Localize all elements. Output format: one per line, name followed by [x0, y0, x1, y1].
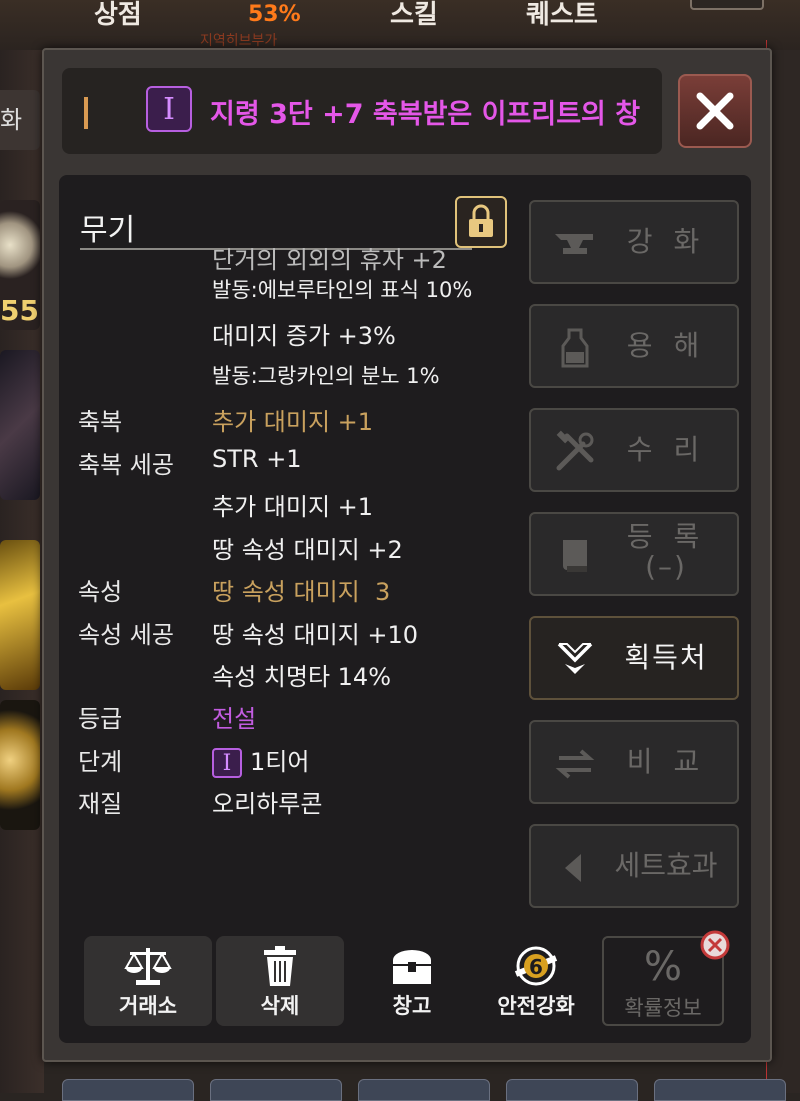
- stat-label: 재질: [78, 790, 123, 818]
- safe-enhance-icon: 6: [514, 946, 558, 986]
- probability-info-label: 확률정보: [624, 996, 702, 1020]
- safe-enhance-count: 6: [529, 955, 543, 979]
- stat-label: 속성 세공: [78, 621, 174, 649]
- stat-value: STR +1: [212, 445, 302, 473]
- safe-enhance-button[interactable]: 6 안전강화: [472, 936, 600, 1026]
- progress-subtitle: 지역히브부가: [200, 33, 278, 49]
- tier-badge: I: [146, 86, 192, 132]
- stat-value: 추가 대미지 +1: [212, 408, 374, 436]
- bottom-tab-1[interactable]: [62, 1079, 194, 1101]
- chest-icon: [393, 950, 431, 984]
- bottom-tabs: [0, 1075, 800, 1101]
- probability-info-button[interactable]: % 확률정보: [602, 930, 730, 1026]
- compare-button[interactable]: 비 교: [529, 720, 739, 804]
- compare-label: 비 교: [626, 745, 706, 778]
- storage-button[interactable]: 창고: [348, 936, 476, 1026]
- delete-label: 삭제: [260, 994, 300, 1018]
- bottle-icon: [561, 328, 589, 368]
- stat-value: 발동:에보루타인의 표식 10%: [212, 278, 473, 302]
- item-count: 55: [0, 294, 39, 327]
- set-effect-button[interactable]: 세트효과: [529, 824, 739, 908]
- stat-value: 오리하루콘: [212, 790, 323, 818]
- stats-list: 단거의 외외의 휴자 +2 발동:에보루타인의 표식 10% 대미지 증가 +3…: [78, 246, 518, 846]
- stat-label: 등급: [78, 705, 123, 733]
- book-icon: [563, 540, 587, 572]
- top-nav: 상점 53% 지역히브부가 스킬 퀘스트: [0, 0, 800, 50]
- stat-value: 땅 속성 대미지 +2: [212, 536, 403, 564]
- safe-enhance-label: 안전강화: [497, 994, 575, 1018]
- stat-value: 추가 대미지 +1: [212, 493, 374, 521]
- lock-button[interactable]: [455, 196, 507, 248]
- dissolve-label: 용 해: [626, 329, 706, 362]
- register-label-text: 등 록: [626, 520, 706, 553]
- item-name: 지령 3단 +7 축복받은 이프리트의 창: [210, 99, 641, 130]
- tier-text: 1티어: [250, 748, 310, 776]
- top-right-button[interactable]: [690, 0, 764, 10]
- tools-icon: [556, 430, 594, 471]
- register-label: 등 록 (–): [611, 514, 721, 594]
- inventory-item-gold-wings[interactable]: [0, 700, 40, 830]
- lock-icon: [469, 204, 493, 237]
- disabled-x-icon: [700, 930, 730, 960]
- dissolve-button[interactable]: 용 해: [529, 304, 739, 388]
- close-button[interactable]: [678, 74, 752, 148]
- close-icon: [696, 92, 734, 130]
- tier-inline-badge: I: [212, 748, 242, 778]
- stat-value: 대미지 증가 +3%: [212, 322, 396, 350]
- acquire-source-label: 획득처: [624, 641, 708, 674]
- repair-button[interactable]: 수 리: [529, 408, 739, 492]
- delete-button[interactable]: 삭제: [216, 936, 344, 1026]
- stat-value: I 1티어: [212, 742, 309, 778]
- enhance-button[interactable]: 강 화: [529, 200, 739, 284]
- bottom-tab-3[interactable]: [358, 1079, 490, 1101]
- bottom-tab-5[interactable]: [654, 1079, 786, 1101]
- inventory-item-weapon[interactable]: [0, 350, 40, 500]
- acquire-source-button[interactable]: 획득처: [529, 616, 739, 700]
- item-title-bar: I 지령 3단 +7 축복받은 이프리트의 창: [62, 68, 662, 154]
- source-icon: [557, 642, 593, 674]
- section-title: 무기: [80, 213, 136, 248]
- stat-value: 발동:그랑카인의 분노 1%: [212, 364, 440, 388]
- stat-value: 땅 속성 대미지 3: [212, 578, 391, 606]
- register-button[interactable]: 등 록 (–): [529, 512, 739, 596]
- scale-icon: [124, 948, 172, 985]
- storage-label: 창고: [392, 994, 432, 1018]
- tab-skill[interactable]: 스킬: [390, 0, 438, 31]
- stat-label: 단계: [78, 748, 123, 776]
- register-label-sub: (–): [645, 550, 687, 583]
- bottom-tab-2[interactable]: [210, 1079, 342, 1101]
- stat-label: 속성: [78, 578, 123, 606]
- stat-label: 축복: [78, 408, 123, 436]
- enhance-label: 강 화: [626, 225, 706, 258]
- item-detail-panel: I 지령 3단 +7 축복받은 이프리트의 창 무기 단거의 외외의 휴자 +2…: [42, 48, 772, 1062]
- set-effect-label: 세트효과: [614, 849, 718, 882]
- exchange-label: 거래소: [119, 994, 177, 1018]
- stat-label: 축복 세공: [78, 451, 174, 479]
- exchange-button[interactable]: 거래소: [84, 936, 212, 1026]
- stat-value: 속성 치명타 14%: [212, 663, 392, 691]
- progress-percent: 53%: [248, 2, 301, 27]
- stat-value: 땅 속성 대미지 +10: [212, 621, 419, 649]
- triangle-left-icon: [565, 854, 581, 882]
- swap-icon: [555, 749, 595, 779]
- tab-shop[interactable]: 상점: [94, 0, 142, 31]
- trash-icon: [264, 946, 296, 986]
- partial-tab[interactable]: 화: [0, 90, 40, 150]
- bottom-tab-4[interactable]: [506, 1079, 638, 1101]
- anvil-icon: [555, 234, 593, 254]
- inventory-item-gold-armor[interactable]: [0, 540, 40, 690]
- inventory-strip: 화 55: [0, 50, 44, 1093]
- stat-cut-off: 단거의 외외의 휴자 +2: [212, 246, 447, 274]
- title-marker: [84, 97, 88, 129]
- repair-label: 수 리: [626, 433, 706, 466]
- tab-quest[interactable]: 퀘스트: [526, 0, 598, 31]
- stat-value: 전설: [212, 705, 257, 733]
